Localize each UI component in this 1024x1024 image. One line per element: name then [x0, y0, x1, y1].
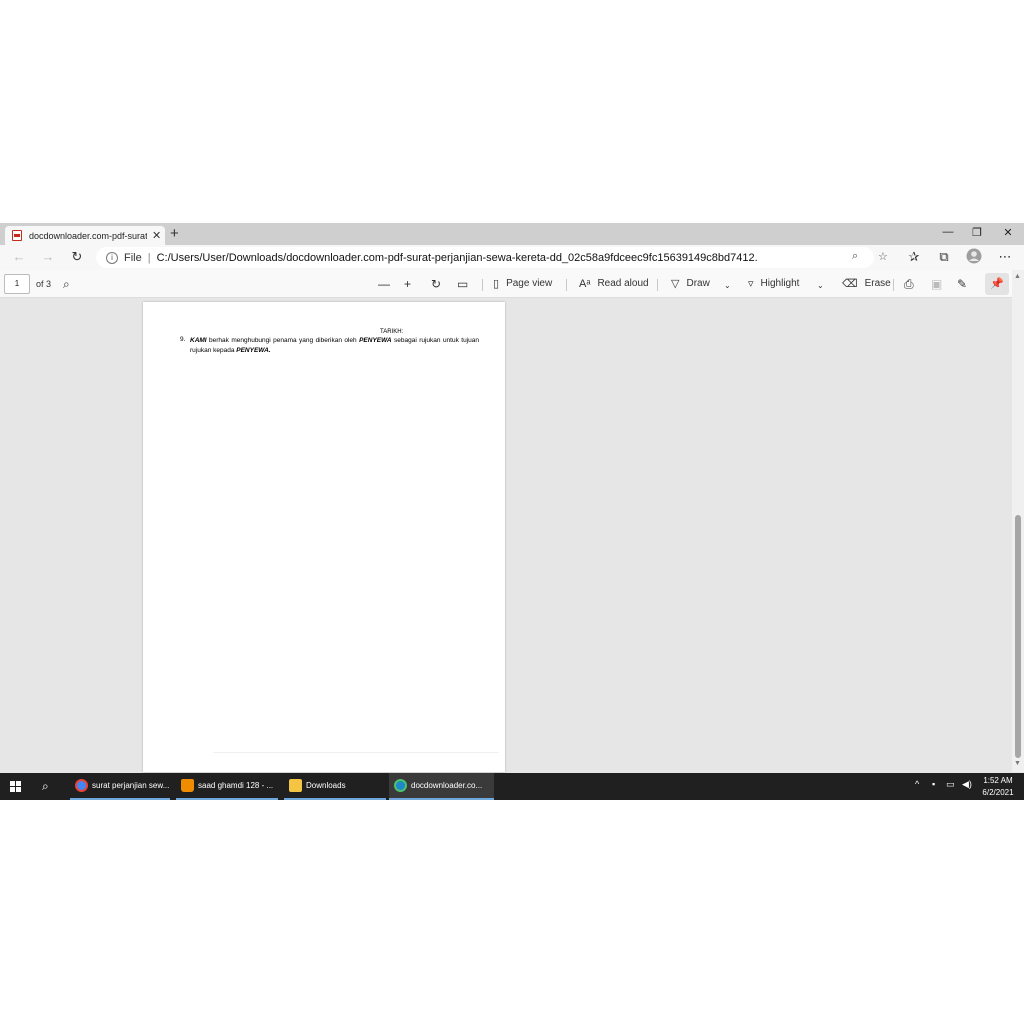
print-icon[interactable]: ⎙ [904, 277, 914, 291]
toolbar-divider [657, 279, 658, 291]
taskbar-search-icon[interactable]: ⌕ [42, 779, 49, 794]
info-icon[interactable]: i [106, 251, 118, 264]
highlight-button[interactable]: ▿ Highlight [748, 277, 799, 291]
item-text-part-1: berhak menghubungi penama yang diberikan… [206, 337, 360, 344]
read-aloud-button[interactable]: Aᵃ Read aloud [579, 277, 649, 291]
taskbar: ⌕ surat perjanjian sew... saad ghamdi 12… [0, 773, 1024, 800]
fit-page-icon[interactable]: ▭ [457, 277, 468, 291]
tarikh-label: TARIKH: [380, 329, 404, 335]
taskbar-item-label: surat perjanjian sew... [92, 781, 170, 790]
taskbar-item-edge[interactable]: docdownloader.co... [389, 773, 494, 800]
scroll-down-icon[interactable]: ▼ [1014, 760, 1021, 767]
taskbar-item-vlc[interactable]: saad ghamdi 128 - ... [176, 773, 278, 800]
clock-date: 6/2/2021 [982, 788, 1014, 797]
address-separator: | [147, 251, 151, 264]
item-number: 9. [180, 336, 186, 343]
item-penyewa: PENYEWA [359, 337, 392, 344]
taskbar-item-chrome[interactable]: surat perjanjian sew... [70, 773, 170, 800]
address-url[interactable]: C:/Users/User/Downloads/docdownloader.co… [157, 252, 757, 264]
network-icon[interactable]: ▭ [946, 779, 955, 790]
volume-icon[interactable]: ◀) [962, 779, 972, 790]
draw-chevron-down-icon[interactable]: ⌄ [724, 279, 731, 293]
new-tab-button[interactable]: + [170, 225, 179, 243]
pin-icon: 📌 [990, 278, 1004, 290]
navigation-bar: ← → ↻ i File | C:/Users/User/Downloads/d… [0, 245, 1024, 270]
document-area[interactable]: TARIKH: 9. KAMI berhak menghubungi penam… [0, 298, 1016, 772]
screen: docdownloader.com-pdf-surat-perjanjian-s… [0, 223, 1024, 800]
folder-icon [289, 779, 302, 792]
taskbar-item-label: docdownloader.co... [411, 781, 483, 790]
clock-time: 1:52 AM [983, 776, 1013, 785]
erase-label: Erase [864, 278, 891, 289]
toolbar-divider [566, 279, 567, 291]
vlc-icon [181, 779, 194, 792]
highlight-chevron-down-icon[interactable]: ⌄ [817, 279, 824, 293]
pdf-icon [12, 230, 22, 241]
tab-close-button[interactable]: ✕ [152, 229, 161, 242]
taskbar-clock[interactable]: 1:52 AM 6/2/2021 [978, 775, 1018, 799]
scrollbar-thumb[interactable] [1015, 515, 1021, 758]
draw-icon: ▽ [671, 278, 680, 290]
pin-toolbar-button[interactable]: 📌 [985, 273, 1009, 295]
more-icon[interactable]: ⋯ [997, 249, 1013, 265]
taskbar-item-downloads[interactable]: Downloads [284, 773, 386, 800]
tray-chevron-up-icon[interactable]: ^ [915, 779, 919, 789]
vertical-scrollbar[interactable]: ▲ ▼ [1012, 270, 1024, 772]
refresh-icon[interactable]: ↻ [69, 249, 85, 265]
zoom-in-icon[interactable]: + [404, 277, 411, 291]
page-view-label: Page view [506, 278, 553, 289]
read-aloud-icon: Aᵃ [579, 278, 591, 290]
eraser-icon: ⌫ [842, 278, 858, 290]
draw-button[interactable]: ▽ Draw [671, 277, 710, 291]
page-view-icon: ▯ [493, 278, 500, 290]
collections-icon[interactable]: ⧉ [936, 249, 952, 265]
zoom-icon[interactable]: ⌕ [852, 250, 858, 263]
save-icon[interactable]: ▣ [931, 277, 942, 291]
rotate-icon[interactable]: ↻ [431, 277, 441, 291]
toolbar-divider [482, 279, 483, 291]
search-icon[interactable]: ⌕ [63, 277, 70, 291]
favorite-add-icon[interactable]: ☆ [878, 250, 888, 263]
pdf-toolbar: 1 of 3 ⌕ — + ↻ ▭ ▯ Page view Aᵃ Read alo… [0, 270, 1016, 298]
forward-icon[interactable]: → [40, 249, 56, 265]
toolbar-divider [893, 279, 894, 291]
page-number-input[interactable]: 1 [4, 274, 30, 294]
tab-title: docdownloader.com-pdf-surat-perjanjian-s… [29, 230, 147, 241]
browser-tab[interactable]: docdownloader.com-pdf-surat-perjanjian-s… [5, 226, 165, 245]
address-scheme: File [124, 251, 142, 264]
save-as-icon[interactable]: ✎ [957, 277, 967, 291]
edge-icon [394, 779, 407, 792]
minimize-button[interactable]: — [938, 226, 958, 238]
back-icon[interactable]: ← [11, 249, 27, 265]
restore-button[interactable]: ❐ [967, 226, 987, 239]
item-kami: KAMI [190, 337, 207, 344]
taskbar-item-label: Downloads [306, 781, 346, 790]
scroll-up-icon[interactable]: ▲ [1014, 273, 1021, 280]
windows-start-icon[interactable] [10, 781, 21, 792]
page-count: of 3 [36, 279, 52, 289]
pdf-page: TARIKH: 9. KAMI berhak menghubungi penam… [143, 302, 505, 772]
address-bar[interactable]: i File | C:/Users/User/Downloads/docdown… [96, 247, 888, 268]
page-view-button[interactable]: ▯ Page view [493, 277, 552, 291]
taskbar-item-label: saad ghamdi 128 - ... [198, 781, 274, 790]
read-aloud-label: Read aloud [597, 278, 649, 289]
chrome-icon [75, 779, 88, 792]
tray-app-icon[interactable]: ▪ [932, 779, 935, 789]
item-penyewa-end: PENYEWA. [236, 347, 271, 354]
page-footer-line [213, 752, 499, 753]
erase-button[interactable]: ⌫ Erase [842, 277, 891, 291]
highlight-label: Highlight [760, 278, 800, 289]
profile-icon[interactable] [966, 248, 982, 268]
favorites-icon[interactable]: ✰ [906, 249, 922, 265]
item-paragraph: KAMI berhak menghubungi penama yang dibe… [190, 336, 479, 356]
close-window-button[interactable]: ✕ [998, 226, 1018, 239]
tab-strip: docdownloader.com-pdf-surat-perjanjian-s… [0, 223, 1024, 245]
draw-label: Draw [686, 278, 710, 289]
highlight-icon: ▿ [748, 278, 754, 290]
zoom-out-icon[interactable]: — [378, 277, 390, 291]
